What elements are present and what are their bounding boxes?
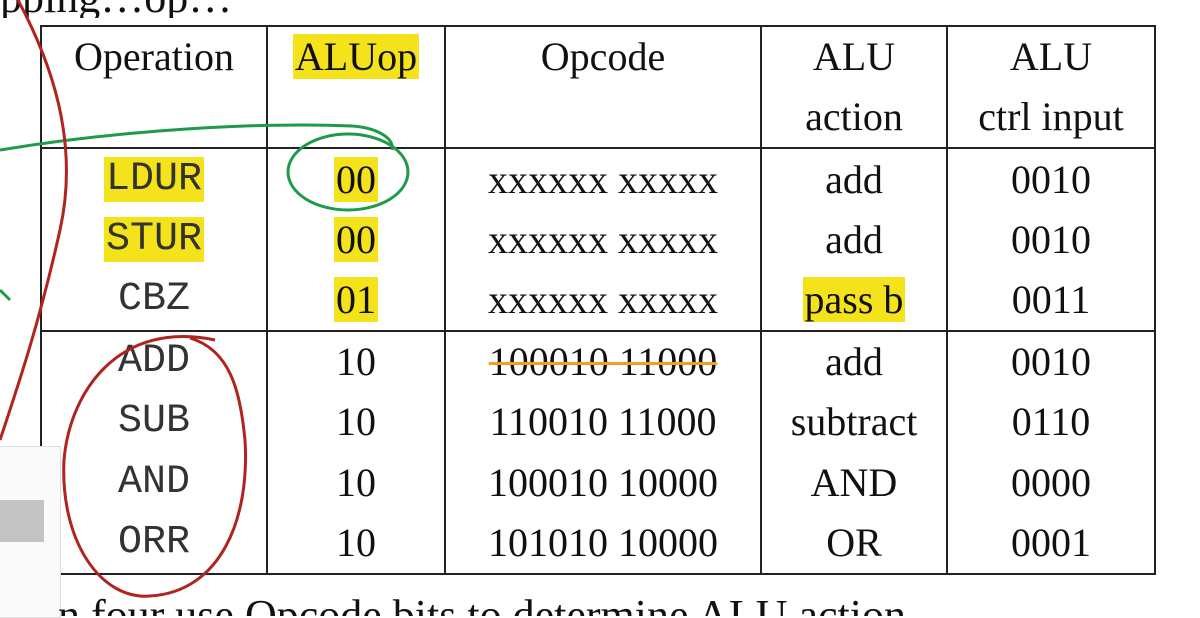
aluop-cell: 01 (334, 276, 378, 322)
ctrl-cell: 0010 (946, 209, 1156, 270)
ctrl-cell: 0110 (946, 392, 1156, 453)
opcode-cell: 100010 11000 (488, 339, 718, 385)
ctrl-cell: 0001 (946, 512, 1156, 576)
aluop-cell: 10 (266, 330, 446, 393)
table-header-row: Operation ALUop Opcode ALU ALU (40, 24, 1156, 88)
operation-cell: ORR (40, 512, 268, 576)
action-cell: pass b (802, 276, 906, 322)
table-row: AND 10 100010 10000 AND 0000 (40, 452, 1156, 513)
operation-cell: LDUR (103, 156, 204, 202)
table-row: ADD 10 100010 11000 add 0010 (40, 330, 1156, 393)
header-opcode: Opcode (444, 24, 762, 88)
table-header-row-2: action ctrl input (40, 87, 1156, 150)
table-row: LDUR 00 xxxxxx xxxxx add 0010 (40, 148, 1156, 210)
table-row: ORR 10 101010 10000 OR 0001 (40, 512, 1156, 576)
operation-cell: CBZ (40, 269, 268, 332)
opcode-cell: xxxxxx xxxxx (444, 209, 762, 270)
ctrl-cell: 0011 (946, 269, 1156, 332)
opcode-cell: 101010 10000 (444, 512, 762, 576)
aluop-cell: 10 (266, 512, 446, 576)
alu-control-table: Operation ALUop Opcode ALU ALU action ct… (40, 24, 1156, 576)
action-cell: add (760, 148, 948, 210)
header-alu-action-line2: action (760, 87, 948, 150)
header-aluop: ALUop (266, 24, 446, 88)
action-cell: add (760, 330, 948, 393)
ctrl-cell: 0000 (946, 452, 1156, 513)
popup-gray-bar[interactable] (0, 500, 44, 542)
table-row: STUR 00 xxxxxx xxxxx add 0010 (40, 209, 1156, 270)
aluop-cell: 00 (334, 156, 378, 202)
operation-cell: AND (40, 452, 268, 513)
header-alu-ctrl-line2: ctrl input (946, 87, 1156, 150)
opcode-cell: 110010 11000 (444, 392, 762, 453)
operation-cell: SUB (40, 392, 268, 453)
action-cell: AND (760, 452, 948, 513)
operation-cell: ADD (40, 330, 268, 393)
aluop-cell: 10 (266, 392, 446, 453)
action-cell: add (760, 209, 948, 270)
top-caption: pping…op… (0, 0, 1200, 18)
opcode-cell: xxxxxx xxxxx (444, 269, 762, 332)
header-operation: Operation (40, 24, 268, 88)
table-row: SUB 10 110010 11000 subtract 0110 (40, 392, 1156, 453)
aluop-cell: 10 (266, 452, 446, 513)
green-tick-mark (0, 288, 12, 302)
opcode-cell: xxxxxx xxxxx (444, 148, 762, 210)
header-alu-ctrl: ALU (946, 24, 1156, 88)
ctrl-cell: 0010 (946, 330, 1156, 393)
table-row: CBZ 01 xxxxxx xxxxx pass b 0011 (40, 269, 1156, 332)
ctrl-cell: 0010 (946, 148, 1156, 210)
aluop-cell: 00 (334, 216, 378, 262)
action-cell: OR (760, 512, 948, 576)
header-alu-action: ALU (760, 24, 948, 88)
operation-cell: STUR (103, 216, 204, 262)
bottom-caption: n four use Opcode bits to determine ALU … (58, 591, 907, 616)
opcode-cell: 100010 10000 (444, 452, 762, 513)
action-cell: subtract (760, 392, 948, 453)
